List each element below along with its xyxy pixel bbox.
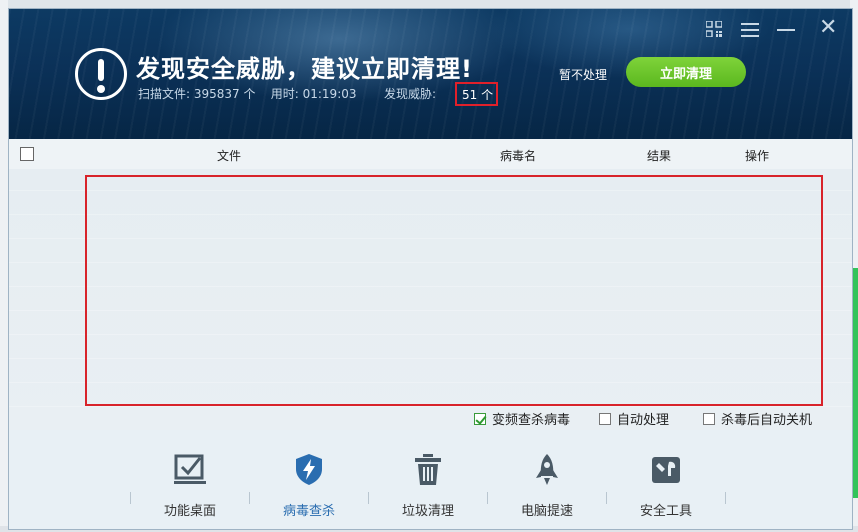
nav-separator bbox=[249, 492, 250, 504]
nav-separator bbox=[606, 492, 607, 504]
option-label: 杀毒后自动关机 bbox=[721, 413, 813, 428]
nav-item-speedup[interactable]: 电脑提速 bbox=[497, 452, 597, 519]
column-action: 操作 bbox=[745, 149, 770, 163]
nav-separator bbox=[487, 492, 488, 504]
minimize-icon[interactable] bbox=[777, 29, 795, 31]
nav-label: 电脑提速 bbox=[520, 504, 573, 519]
column-file: 文件 bbox=[217, 149, 242, 163]
bottom-nav: 功能桌面 病毒查杀 垃圾清理 电脑提速 安全工具 bbox=[9, 430, 852, 529]
qr-code-icon[interactable] bbox=[706, 21, 722, 37]
toolbox-icon bbox=[649, 452, 683, 486]
nav-item-desktop[interactable]: 功能桌面 bbox=[140, 452, 240, 519]
nav-label: 功能桌面 bbox=[163, 504, 216, 519]
auto-handle-checkbox[interactable] bbox=[599, 412, 611, 425]
trash-icon bbox=[411, 452, 445, 486]
option-auto-shutdown[interactable]: 杀毒后自动关机 bbox=[703, 409, 812, 428]
nav-label: 病毒查杀 bbox=[282, 504, 335, 519]
select-all-checkbox[interactable] bbox=[20, 147, 34, 161]
option-auto-handle[interactable]: 自动处理 bbox=[599, 409, 669, 428]
option-label: 变频查杀病毒 bbox=[492, 413, 571, 428]
nav-label: 安全工具 bbox=[639, 504, 692, 519]
option-variable-scan[interactable]: 变频查杀病毒 bbox=[474, 409, 570, 428]
table-header: 文件 病毒名 结果 操作 bbox=[9, 139, 852, 169]
warning-icon bbox=[75, 48, 127, 100]
menu-icon[interactable] bbox=[741, 23, 759, 37]
skip-button[interactable]: 暂不处理 bbox=[559, 66, 607, 83]
nav-item-junk-clean[interactable]: 垃圾清理 bbox=[378, 452, 478, 519]
scanned-files: 扫描文件: 395837 个 bbox=[138, 87, 256, 101]
option-label: 自动处理 bbox=[617, 413, 670, 428]
scan-stats: 扫描文件: 395837 个 用时: 01:19:03 bbox=[138, 85, 357, 102]
dialog-title: 发现安全威胁，建议立即清理! bbox=[136, 55, 473, 83]
nav-item-virus-scan[interactable]: 病毒查杀 bbox=[259, 452, 359, 519]
threat-count: 51 个 bbox=[455, 82, 498, 106]
clean-now-button[interactable]: 立即清理 bbox=[626, 57, 746, 87]
threat-label: 发现威胁: bbox=[384, 87, 437, 101]
nav-item-security-tools[interactable]: 安全工具 bbox=[616, 452, 716, 519]
nav-separator bbox=[725, 492, 726, 504]
desktop-check-icon bbox=[173, 452, 207, 486]
elapsed-time: 用时: 01:19:03 bbox=[270, 87, 357, 101]
background-left-strip bbox=[0, 0, 8, 532]
shield-bolt-icon bbox=[292, 452, 326, 486]
auto-shutdown-checkbox[interactable] bbox=[703, 412, 715, 425]
column-result: 结果 bbox=[647, 149, 672, 163]
scan-result-dialog: 发现安全威胁，建议立即清理! 扫描文件: 395837 个 用时: 01:19:… bbox=[8, 8, 853, 530]
nav-label: 垃圾清理 bbox=[401, 504, 454, 519]
close-icon[interactable]: ✕ bbox=[819, 17, 837, 39]
column-virus-name: 病毒名 bbox=[500, 149, 537, 163]
variable-scan-checkbox[interactable] bbox=[474, 412, 486, 425]
nav-separator bbox=[130, 492, 131, 504]
rocket-icon bbox=[530, 452, 564, 486]
nav-separator bbox=[368, 492, 369, 504]
background-top-strip bbox=[0, 0, 858, 8]
highlight-box bbox=[85, 175, 823, 406]
